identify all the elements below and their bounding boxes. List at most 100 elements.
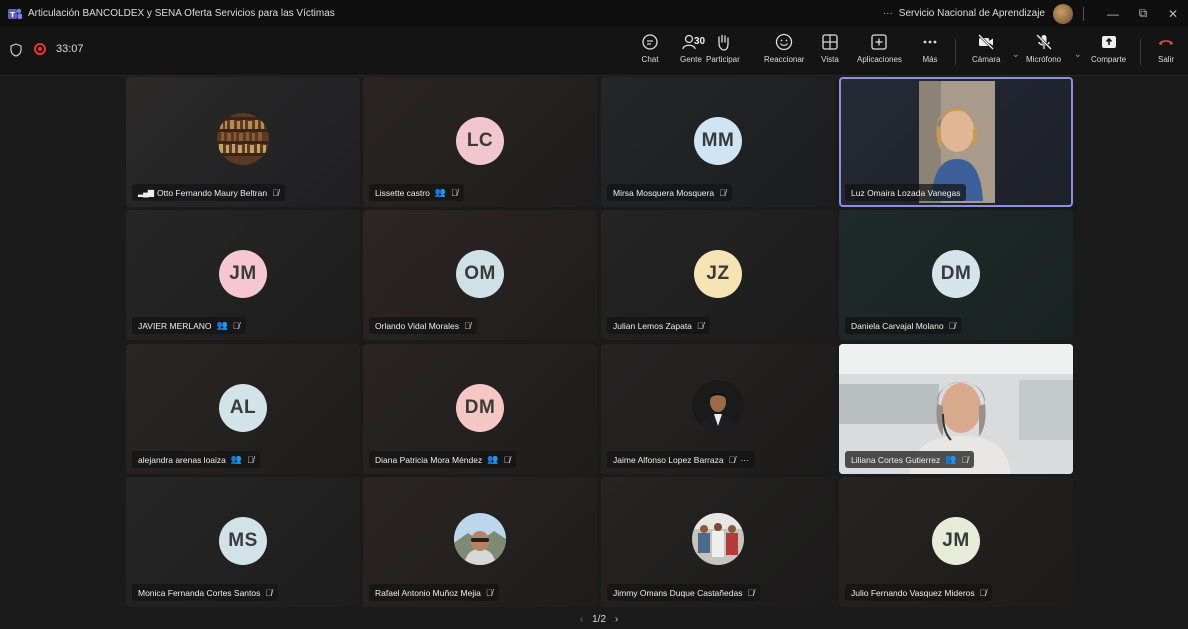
participant-avatar: MM: [694, 117, 742, 165]
participant-tile[interactable]: JM Julio Fernando Vasquez Mideros 🎙̸: [839, 477, 1073, 607]
chat-label: Chat: [641, 55, 659, 64]
recording-icon: [34, 43, 46, 55]
more-options-icon[interactable]: ···: [883, 8, 893, 19]
restore-button[interactable]: ⧉: [1128, 6, 1158, 21]
microphone-off-icon: 🎙̸: [265, 587, 273, 598]
user-avatar[interactable]: [1053, 3, 1073, 24]
participant-name: Daniela Carvajal Molano: [851, 320, 944, 331]
people-label: Gente: [680, 55, 702, 64]
microphone-options-chevron-icon[interactable]: ⌄: [1074, 49, 1082, 60]
participant-tile[interactable]: DM Daniela Carvajal Molano 🎙̸: [839, 210, 1073, 340]
participant-name-tag: Lissette castro 👥 🎙̸: [369, 184, 464, 201]
participant-name: Jimmy Omans Duque Castañedas: [613, 587, 743, 598]
participant-name-tag: Jimmy Omans Duque Castañedas 🎙̸: [607, 584, 761, 601]
people-icon: 👥: [487, 454, 499, 464]
raise-hand-button[interactable]: Participar: [706, 33, 740, 64]
participant-name-tag: ▂▄▆ Otto Fernando Maury Beltran 🎙̸: [132, 184, 285, 201]
view-button[interactable]: Vista: [821, 33, 839, 64]
participant-name: Otto Fernando Maury Beltran: [156, 187, 268, 198]
microphone-off-icon: 🎙̸: [728, 454, 736, 465]
title-bar: T Articulación BANCOLDEX y SENA Oferta S…: [0, 0, 1188, 27]
participant-tile[interactable]: LC Lissette castro 👥 🎙̸: [363, 77, 597, 207]
teams-logo-icon: T: [8, 8, 22, 19]
participant-name: Julian Lemos Zapata: [613, 320, 692, 331]
previous-page-chevron-icon[interactable]: ‹: [580, 614, 583, 625]
camera-options-chevron-icon[interactable]: ⌄: [1012, 49, 1020, 60]
participant-tile[interactable]: MS Monica Fernanda Cortes Santos 🎙̸: [126, 477, 360, 607]
participant-avatar: JZ: [694, 250, 742, 298]
divider: [1140, 39, 1141, 65]
participant-avatar: LC: [456, 117, 504, 165]
participant-avatar: JM: [932, 517, 980, 565]
participant-name: Julio Fernando Vasquez Mideros: [851, 587, 975, 598]
participant-name: JAVIER MERLANO: [138, 320, 212, 331]
participant-tile[interactable]: JM JAVIER MERLANO 👥 🎙̸: [126, 210, 360, 340]
participant-tile-speaking[interactable]: Luz Omaira Lozada Vanegas: [839, 77, 1073, 207]
people-icon: 👥: [945, 454, 957, 464]
participant-name-tag: Luz Omaira Lozada Vanegas: [845, 184, 967, 201]
add-app-icon: [871, 34, 888, 50]
raise-hand-label: Participar: [706, 55, 740, 64]
divider: [955, 39, 956, 65]
participant-name: Rafael Antonio Muñoz Mejia: [375, 587, 481, 598]
participant-name: Luz Omaira Lozada Vanegas: [851, 187, 961, 198]
participant-avatar: AL: [219, 384, 267, 432]
participant-name-tag: JAVIER MERLANO 👥 🎙̸: [132, 317, 246, 334]
participant-photo: [217, 113, 269, 165]
close-button[interactable]: ✕: [1158, 7, 1188, 21]
microphone-off-icon: 🎙̸: [451, 187, 458, 198]
signal-strength-icon: ▂▄▆: [138, 188, 154, 197]
participant-tile[interactable]: Jaime Alfonso Lopez Barraza 🎙̸ ···: [601, 344, 835, 474]
video-stage: ▂▄▆ Otto Fernando Maury Beltran 🎙̸ LC Li…: [0, 76, 1188, 629]
more-label: Más: [922, 55, 938, 64]
microphone-off-icon: 🎙̸: [696, 320, 704, 331]
shield-icon[interactable]: [10, 43, 22, 57]
page-indicator: 1/2: [592, 614, 607, 625]
grid-view-icon: [822, 34, 838, 50]
more-button[interactable]: Más: [921, 33, 939, 64]
people-icon: 👥: [230, 454, 243, 464]
participant-photo: [454, 513, 506, 565]
leave-button[interactable]: Salir: [1157, 33, 1175, 64]
participant-name-tag: Rafael Antonio Muñoz Mejia 🎙̸: [369, 584, 499, 601]
participant-name-tag: Julian Lemos Zapata 🎙̸: [607, 317, 710, 334]
camera-button[interactable]: Cámara: [972, 33, 1000, 64]
microphone-off-icon: 🎙̸: [247, 454, 254, 465]
microphone-button[interactable]: Micrófono: [1026, 33, 1061, 64]
participant-tile[interactable]: MM Mirsa Mosquera Mosquera 🎙̸: [601, 77, 835, 207]
participant-name-tag: alejandra arenas loaiza 👥 🎙̸: [132, 451, 260, 468]
microphone-off-icon: 🎙̸: [463, 320, 471, 331]
chat-icon: [642, 34, 658, 50]
more-options-icon[interactable]: ···: [740, 455, 749, 465]
participant-photo: [692, 513, 744, 565]
microphone-off-icon: 🎙̸: [948, 320, 956, 331]
participant-tile[interactable]: ▂▄▆ Otto Fernando Maury Beltran 🎙̸: [126, 77, 360, 207]
organization-name[interactable]: Servicio Nacional de Aprendizaje: [899, 8, 1045, 19]
smiley-icon: [776, 33, 793, 51]
chat-button[interactable]: Chat: [641, 33, 659, 64]
participant-tile[interactable]: AL alejandra arenas loaiza 👥 🎙̸: [126, 344, 360, 474]
minimize-button[interactable]: —: [1098, 7, 1128, 21]
meeting-toolbar: 33:07 Chat 30 Gente Participar Reacciona…: [0, 27, 1188, 76]
participant-name-tag: Diana Patricia Mora Méndez 👥 🎙̸: [369, 451, 517, 468]
participant-tile[interactable]: DM Diana Patricia Mora Méndez 👥 🎙̸: [363, 344, 597, 474]
participant-avatar: DM: [456, 384, 504, 432]
react-button[interactable]: Reaccionar: [764, 33, 804, 64]
participant-tile[interactable]: OM Orlando Vidal Morales 🎙̸: [363, 210, 597, 340]
microphone-off-icon: [1035, 34, 1052, 50]
participant-name-tag: Daniela Carvajal Molano 🎙̸: [845, 317, 962, 334]
meeting-timer: 33:07: [56, 43, 84, 55]
participant-name: Lissette castro: [375, 187, 430, 198]
participant-tile[interactable]: JZ Julian Lemos Zapata 🎙̸: [601, 210, 835, 340]
hang-up-icon: [1159, 40, 1173, 45]
apps-button[interactable]: Aplicaciones: [857, 33, 902, 64]
next-page-chevron-icon[interactable]: ›: [615, 614, 618, 625]
participant-name: Liliana Cortes Gutierrez: [851, 454, 941, 465]
participant-avatar: MS: [219, 517, 267, 565]
participant-tile[interactable]: Rafael Antonio Muñoz Mejia 🎙̸: [363, 477, 597, 607]
participant-tile[interactable]: Jimmy Omans Duque Castañedas 🎙̸: [601, 477, 835, 607]
share-button[interactable]: Comparte: [1091, 33, 1126, 64]
people-button[interactable]: 30 Gente: [680, 33, 705, 64]
participant-tile[interactable]: Liliana Cortes Gutierrez 👥 🎙̸: [839, 344, 1073, 474]
participant-name: Monica Fernanda Cortes Santos: [138, 587, 261, 598]
